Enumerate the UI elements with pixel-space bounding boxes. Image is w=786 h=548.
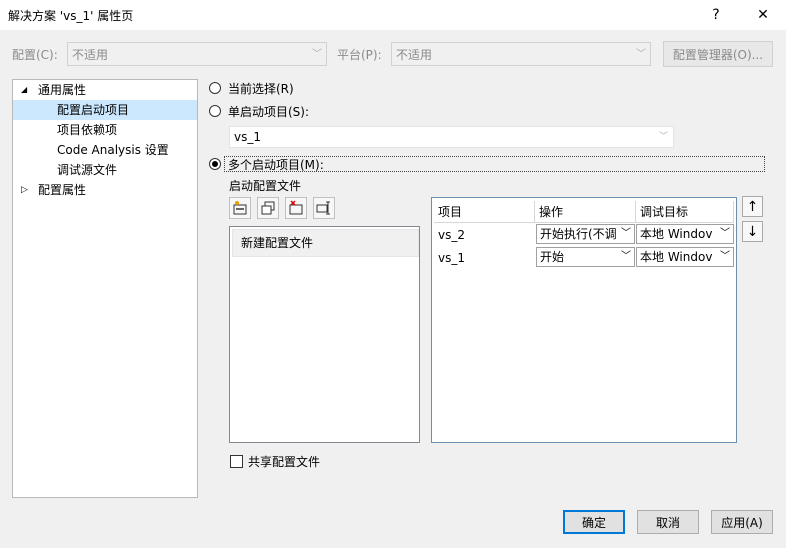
copy-profile-button[interactable] <box>257 197 279 219</box>
delete-profile-button[interactable] <box>285 197 307 219</box>
tree-item-startup-project[interactable]: 配置启动项目 <box>13 100 197 120</box>
move-up-button[interactable]: ↑ <box>742 196 763 217</box>
platform-combo[interactable]: 不适用 ﹀ <box>391 42 651 66</box>
expand-icon[interactable]: ▷ <box>21 180 28 200</box>
current-selection-radio[interactable] <box>209 82 221 94</box>
cancel-button[interactable]: 取消 <box>637 510 699 534</box>
single-startup-label[interactable]: 单启动项目(S): <box>228 103 309 120</box>
tree-item-common-properties[interactable]: ◢ 通用属性 <box>13 80 197 100</box>
chevron-down-icon: ﹀ <box>621 251 631 262</box>
config-label: 配置(C): <box>12 48 58 62</box>
chevron-down-icon: ﹀ <box>720 228 730 239</box>
action-combo[interactable]: 开始执行(不调 ﹀ <box>536 224 635 244</box>
column-header-project[interactable]: 项目 <box>434 201 535 223</box>
table-row-project: vs_1 <box>438 251 465 265</box>
tree-item-code-analysis[interactable]: Code Analysis 设置 <box>13 140 197 160</box>
tree-item-label: 通用属性 <box>38 83 87 97</box>
tree-item-label: 配置属性 <box>38 183 87 197</box>
current-selection-label[interactable]: 当前选择(R) <box>228 80 294 97</box>
ok-button[interactable]: 确定 <box>563 510 625 534</box>
rename-profile-button[interactable] <box>313 197 335 219</box>
startup-profile-label: 启动配置文件 <box>229 179 302 193</box>
tree-item-project-dependencies[interactable]: 项目依赖项 <box>13 120 197 140</box>
action-value: 开始 <box>540 250 565 264</box>
rename-profile-icon <box>316 201 330 215</box>
close-button[interactable]: ✕ <box>743 0 783 30</box>
config-value: 不适用 <box>72 48 109 62</box>
single-startup-radio[interactable] <box>209 105 221 117</box>
single-startup-combo[interactable]: vs_1 ﹀ <box>229 126 674 148</box>
debug-target-combo[interactable]: 本地 Windov ﹀ <box>636 247 734 267</box>
debug-target-value: 本地 Windov <box>640 250 713 264</box>
delete-profile-icon <box>289 200 303 215</box>
chevron-down-icon: ﹀ <box>621 228 631 239</box>
chevron-down-icon: ﹀ <box>636 49 646 60</box>
new-profile-icon <box>233 201 247 215</box>
tree-item-configuration-properties[interactable]: ▷ 配置属性 <box>13 180 197 200</box>
property-tree: ◢ 通用属性 配置启动项目 项目依赖项 Code Analysis 设置 调试源… <box>12 79 198 498</box>
multiple-startup-label[interactable]: 多个启动项目(M): <box>228 156 324 173</box>
profile-list[interactable]: 新建配置文件 <box>229 226 420 443</box>
share-profile-checkbox[interactable] <box>230 455 243 468</box>
collapse-icon[interactable]: ◢ <box>21 80 27 100</box>
column-header-action[interactable]: 操作 <box>535 201 636 223</box>
startup-projects-grid: 项目 操作 调试目标 vs_2 开始执行(不调 ﹀ 本地 Windov ﹀ vs… <box>431 197 737 443</box>
apply-button[interactable]: 应用(A) <box>711 510 773 534</box>
chevron-down-icon: ﹀ <box>658 132 668 142</box>
window-title: 解决方案 'vs_1' 属性页 <box>8 9 134 23</box>
column-header-debug-target[interactable]: 调试目标 <box>636 201 734 223</box>
single-startup-value: vs_1 <box>234 130 261 144</box>
new-profile-button[interactable] <box>229 197 251 219</box>
help-button[interactable]: ? <box>696 0 736 30</box>
table-row-project: vs_2 <box>438 228 465 242</box>
config-manager-button[interactable]: 配置管理器(O)... <box>663 41 773 67</box>
tree-item-label: 配置启动项目 <box>57 103 130 117</box>
multiple-startup-radio[interactable] <box>209 158 221 170</box>
tree-item-debug-source-files[interactable]: 调试源文件 <box>13 160 197 180</box>
debug-target-value: 本地 Windov <box>640 227 713 241</box>
tree-item-label: 项目依赖项 <box>57 123 118 137</box>
title-bar: 解决方案 'vs_1' 属性页 ? ✕ <box>0 0 786 30</box>
platform-label: 平台(P): <box>337 48 382 62</box>
debug-target-combo[interactable]: 本地 Windov ﹀ <box>636 224 734 244</box>
config-combo[interactable]: 不适用 ﹀ <box>67 42 327 66</box>
copy-profile-icon <box>261 201 275 215</box>
action-combo[interactable]: 开始 ﹀ <box>536 247 635 267</box>
share-profile-label[interactable]: 共享配置文件 <box>248 453 320 470</box>
tree-item-label: Code Analysis 设置 <box>57 143 169 157</box>
platform-value: 不适用 <box>396 48 433 62</box>
list-item[interactable]: 新建配置文件 <box>232 229 419 257</box>
tree-item-label: 调试源文件 <box>57 163 118 177</box>
chevron-down-icon: ﹀ <box>720 251 730 262</box>
chevron-down-icon: ﹀ <box>312 49 322 60</box>
action-value: 开始执行(不调 <box>540 227 617 241</box>
move-down-button[interactable]: ↓ <box>742 221 763 242</box>
